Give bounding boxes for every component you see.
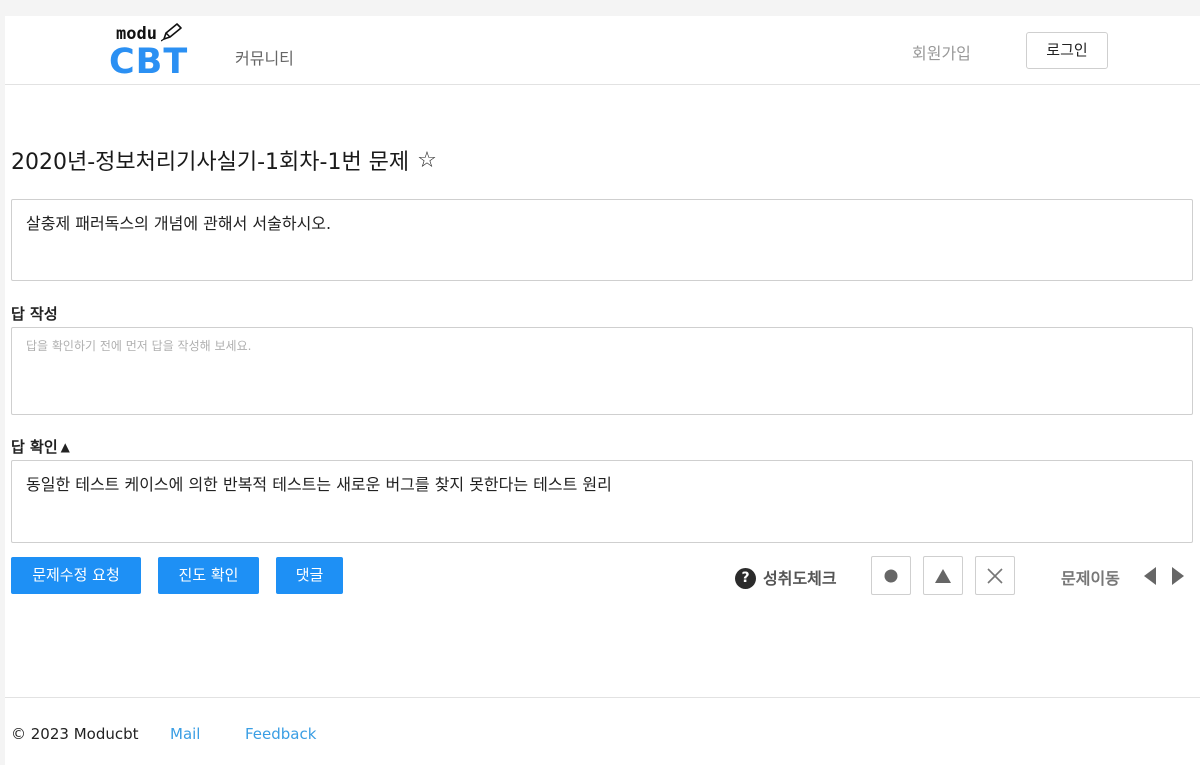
question-box: 살충제 패러독스의 개념에 관해서 서술하시오.: [11, 199, 1193, 281]
answer-box: [11, 327, 1193, 415]
help-icon[interactable]: ?: [735, 568, 756, 589]
logo[interactable]: modu CBT: [109, 22, 189, 82]
answer-input[interactable]: [12, 328, 1192, 414]
mail-link[interactable]: Mail: [170, 725, 200, 743]
footer: © 2023 Moducbt Mail Feedback: [5, 697, 1200, 765]
question-title-row: 2020년-정보처리기사실기-1회차-1번 문제 ☆: [11, 144, 437, 176]
logo-modu-text: modu: [116, 24, 157, 44]
move-label: 문제이동: [1061, 569, 1120, 588]
solution-text: 동일한 테스트 케이스에 의한 반복적 테스트는 새로운 버그를 찾지 못한다는…: [26, 475, 612, 494]
check-correct-button[interactable]: [871, 556, 911, 595]
question-title: 2020년-정보처리기사실기-1회차-1번 문제: [11, 150, 410, 175]
answer-label: 답 작성: [11, 305, 58, 323]
solution-label: 답 확인: [11, 438, 58, 456]
pencil-icon: [161, 23, 182, 42]
comment-button[interactable]: 댓글: [276, 557, 343, 594]
star-icon[interactable]: ☆: [417, 148, 437, 173]
check-wrong-button[interactable]: [975, 556, 1015, 595]
progress-button[interactable]: 진도 확인: [158, 557, 259, 594]
signup-link[interactable]: 회원가입: [912, 40, 971, 64]
page: modu CBT 커뮤니티 회원가입 로그인 2020년-정보처리기사실기-1회…: [5, 16, 1200, 765]
logo-cbt-text: CBT: [109, 42, 189, 82]
solution-toggle[interactable]: 답 확인 ▲: [11, 436, 70, 457]
login-button[interactable]: 로그인: [1026, 32, 1108, 69]
triangle-icon: [935, 568, 951, 583]
caret-up-icon: ▲: [60, 439, 70, 454]
close-icon: [987, 567, 1003, 584]
feedback-link[interactable]: Feedback: [245, 725, 316, 743]
solution-box: 동일한 테스트 케이스에 의한 반복적 테스트는 새로운 버그를 찾지 못한다는…: [11, 460, 1193, 543]
circle-icon: [884, 569, 898, 582]
header: modu CBT 커뮤니티 회원가입 로그인: [5, 16, 1200, 85]
edit-request-button[interactable]: 문제수정 요청: [11, 557, 141, 594]
achievement-label: 성취도체크: [763, 569, 837, 588]
chevron-right-icon[interactable]: [1170, 566, 1186, 586]
copyright: © 2023 Moducbt: [11, 725, 139, 743]
nav-community-link[interactable]: 커뮤니티: [235, 45, 294, 69]
question-text: 살충제 패러독스의 개념에 관해서 서술하시오.: [26, 214, 332, 233]
check-partial-button[interactable]: [923, 556, 963, 595]
chevron-left-icon[interactable]: [1142, 566, 1158, 586]
